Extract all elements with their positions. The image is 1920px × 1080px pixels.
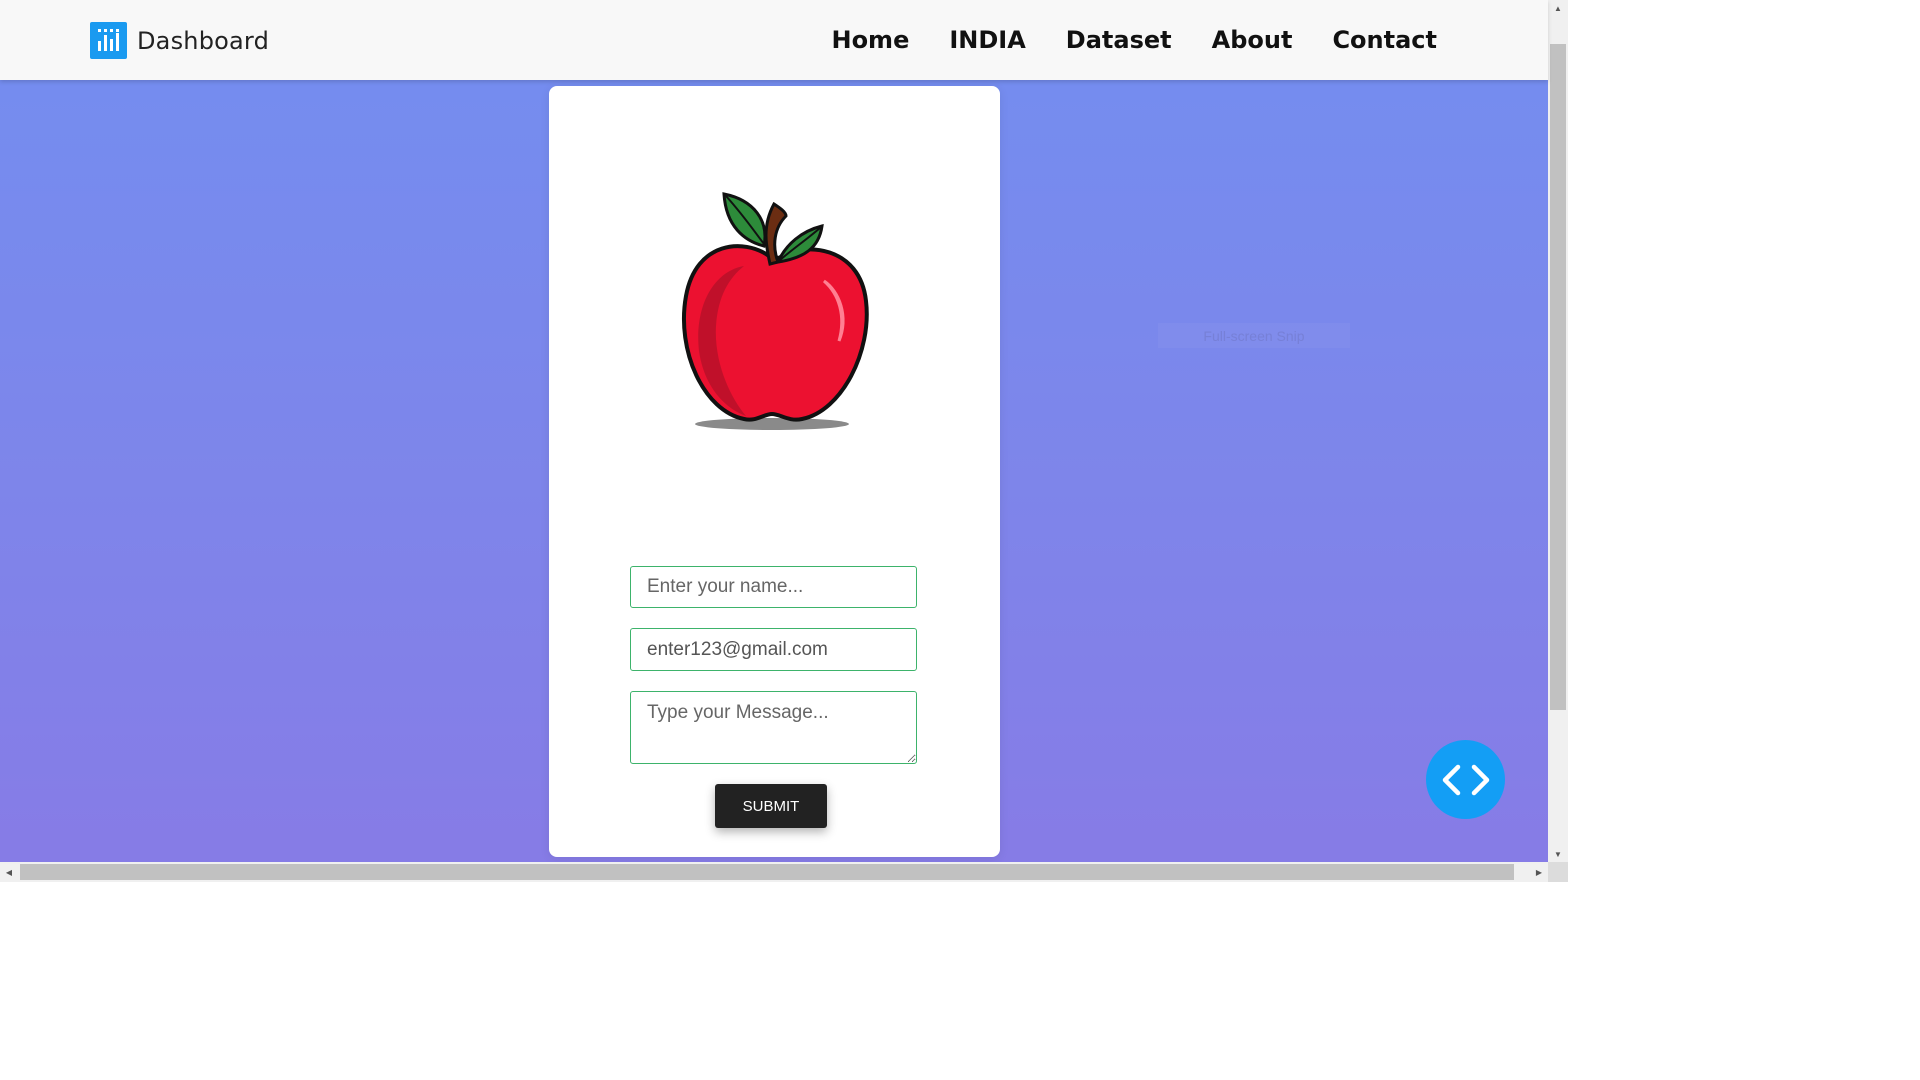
brand[interactable]: Dashboard <box>90 22 269 59</box>
submit-button[interactable]: SUBMIT <box>715 784 827 828</box>
nav-about[interactable]: About <box>1212 26 1293 54</box>
page: Dashboard Home INDIA Dataset About Conta… <box>0 0 1568 882</box>
name-input[interactable] <box>630 566 917 608</box>
contact-card: SUBMIT <box>549 86 1000 857</box>
horizontal-scrollbar[interactable]: ◀ ▶ <box>0 862 1548 882</box>
nav-contact[interactable]: Contact <box>1332 26 1437 54</box>
email-input[interactable] <box>630 628 917 671</box>
vertical-scroll-thumb[interactable] <box>1550 44 1566 710</box>
vertical-scrollbar[interactable]: ▲ ▼ <box>1548 0 1568 862</box>
nav-links: Home INDIA Dataset About Contact <box>831 0 1437 80</box>
horizontal-scroll-thumb[interactable] <box>20 864 1514 880</box>
bar-chart-icon <box>90 22 127 59</box>
nav-india[interactable]: INDIA <box>949 26 1025 54</box>
scroll-right-arrow-icon[interactable]: ▶ <box>1530 862 1548 882</box>
snip-tooltip: Full-screen Snip <box>1158 323 1350 348</box>
scroll-left-arrow-icon[interactable]: ◀ <box>0 862 18 882</box>
nav-home[interactable]: Home <box>831 26 909 54</box>
scroll-up-arrow-icon[interactable]: ▲ <box>1548 0 1568 16</box>
scrollbar-corner <box>1548 862 1568 882</box>
code-icon <box>1442 764 1489 795</box>
scroll-down-arrow-icon[interactable]: ▼ <box>1548 846 1568 862</box>
code-toggle-button[interactable] <box>1426 740 1505 819</box>
nav-dataset[interactable]: Dataset <box>1066 26 1172 54</box>
apple-illustration <box>681 192 869 430</box>
message-textarea[interactable] <box>630 691 917 764</box>
navbar: Dashboard Home INDIA Dataset About Conta… <box>0 0 1548 80</box>
brand-name: Dashboard <box>137 26 270 55</box>
